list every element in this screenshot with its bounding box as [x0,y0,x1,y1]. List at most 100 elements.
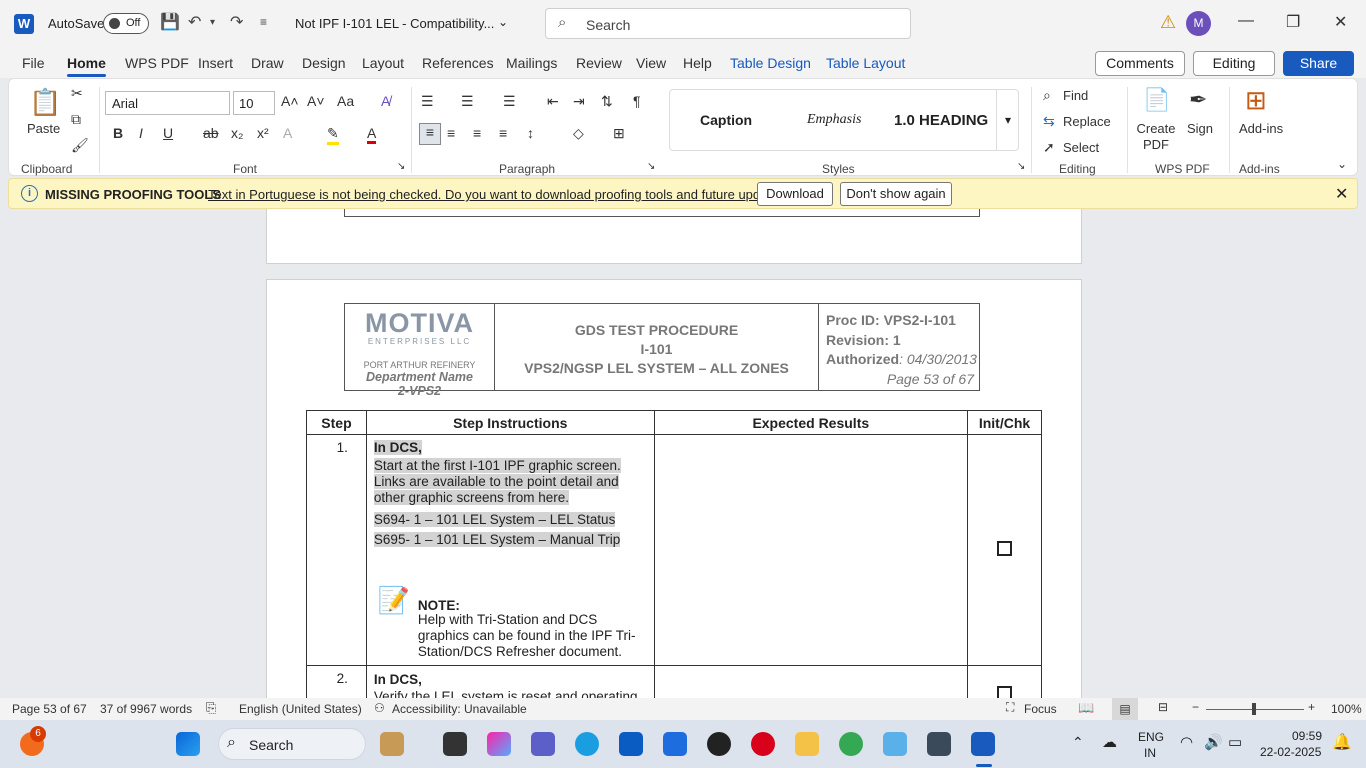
dell-icon[interactable] [707,732,731,756]
zoom-out-icon[interactable]: − [1192,700,1199,714]
print-layout-icon[interactable]: ▤ [1112,698,1138,720]
subscript-icon[interactable]: x₂ [231,125,243,141]
replace-label[interactable]: Replace [1063,114,1111,129]
customize-qat-icon[interactable]: ≡ [260,15,267,29]
zoom-in-icon[interactable]: + [1308,700,1315,714]
superscript-icon[interactable]: x² [257,125,269,141]
bold-icon[interactable]: B [113,125,123,141]
widget-icon[interactable] [380,732,404,756]
tab-review[interactable]: Review [576,55,622,71]
tab-mailings[interactable]: Mailings [506,55,557,71]
tab-view[interactable]: View [636,55,666,71]
close-icon[interactable]: ✕ [1334,12,1347,32]
multilevel-list-icon[interactable]: ☰ [503,93,516,110]
bullets-icon[interactable]: ☰ [421,93,434,110]
undo-icon[interactable]: ↶ [188,12,201,32]
replace-icon[interactable]: ⇆ [1043,113,1055,130]
document-title[interactable]: Not IPF I-101 LEL - Compatibility... [295,16,494,31]
tab-home[interactable]: Home [67,55,106,77]
paste-label[interactable]: Paste [27,121,60,136]
tab-file[interactable]: File [22,55,45,71]
input-lang-1[interactable]: ENG [1138,730,1164,744]
restore-icon[interactable]: ❐ [1286,12,1300,32]
shading-icon[interactable]: ◇ [573,125,584,142]
focus-icon[interactable]: ⛶ [1006,700,1014,715]
edge-icon[interactable] [575,732,599,756]
italic-icon[interactable]: I [139,125,143,141]
paragraph-launcher-icon[interactable]: ↘ [647,161,655,172]
zoom-level[interactable]: 100% [1331,702,1362,716]
focus-label[interactable]: Focus [1024,702,1057,716]
undo-dropdown-icon[interactable]: ▾ [210,17,215,28]
proofing-icon[interactable]: ⎘ [206,700,216,716]
steps-table[interactable]: Step Step Instructions Expected Results … [306,410,1042,698]
sign-label[interactable]: Sign [1187,121,1213,136]
styles-more-icon[interactable]: ▾ [996,90,1019,150]
close-message-icon[interactable]: ✕ [1335,184,1348,204]
font-name-select[interactable]: Arial [105,91,230,115]
underline-icon[interactable]: U [163,125,173,141]
notifications-icon[interactable]: 🔔 [1332,732,1352,752]
checkbox[interactable] [997,541,1012,556]
opera-icon[interactable] [751,732,775,756]
sort-icon[interactable]: ⇅ [601,93,613,110]
tab-insert[interactable]: Insert [198,55,233,71]
change-case-icon[interactable]: Aa [337,93,354,109]
font-launcher-icon[interactable]: ↘ [397,161,405,172]
tab-draw[interactable]: Draw [251,55,284,71]
font-color-icon[interactable]: A [367,125,377,144]
chrome-icon[interactable] [839,732,863,756]
style-heading[interactable]: 1.0 HEADING [894,112,990,129]
word-count[interactable]: 37 of 9967 words [100,702,192,716]
dont-show-again-button[interactable]: Don't show again [840,182,952,206]
table-row[interactable]: 2. In DCS, Verify the LEL system is rese… [306,665,1042,698]
grow-font-icon[interactable]: A˄ [281,93,299,109]
word-taskbar-icon[interactable] [971,732,995,756]
highlight-icon[interactable]: ✎ [327,125,339,145]
tab-table-layout[interactable]: Table Layout [826,55,905,71]
store-icon[interactable] [619,732,643,756]
strikethrough-icon[interactable]: ab [203,125,219,141]
collapse-ribbon-icon[interactable]: ⌄ [1337,157,1347,171]
create-pdf-icon[interactable]: 📄 [1143,87,1170,113]
taskbar-search[interactable]: ⌕ Search [218,728,366,760]
show-marks-icon[interactable]: ¶ [633,93,641,109]
battery-icon[interactable]: ▭ [1228,733,1242,751]
message-link[interactable]: Text in Portuguese is not being checked.… [208,187,792,202]
redo-icon[interactable]: ↷ [230,12,243,32]
tab-references[interactable]: References [422,55,494,71]
title-dropdown-icon[interactable]: ⌄ [498,15,508,29]
editing-mode-button[interactable]: Editing [1193,51,1275,76]
save-icon[interactable]: 💾 [160,12,180,32]
tab-help[interactable]: Help [683,55,712,71]
borders-icon[interactable]: ⊞ [613,125,625,142]
web-layout-icon[interactable]: ⊟ [1158,700,1168,714]
increase-indent-icon[interactable]: ⇥ [573,93,585,110]
teams-icon[interactable] [531,732,555,756]
warning-icon[interactable]: ⚠ [1160,12,1176,33]
task-view-icon[interactable] [443,732,467,756]
show-hidden-icon[interactable]: ⌃ [1072,734,1084,751]
align-right-icon[interactable]: ≡ [473,125,481,141]
clock-time[interactable]: 09:59 [1292,729,1322,743]
copilot-icon[interactable] [487,732,511,756]
file-explorer-icon[interactable] [795,732,819,756]
tab-wps-pdf[interactable]: WPS PDF [125,55,189,71]
current-page[interactable]: MOTIVA ENTERPRISES LLC PORT ARTHUR REFIN… [266,279,1082,698]
autosave-toggle[interactable]: Off [103,13,149,34]
onedrive-icon[interactable]: ☁ [1102,733,1117,751]
language[interactable]: English (United States) [239,702,362,716]
style-caption[interactable]: Caption [700,112,752,128]
font-size-select[interactable]: 10 [233,91,275,115]
create-pdf-label[interactable]: Create PDF [1131,121,1181,153]
calculator-icon[interactable] [927,732,951,756]
start-icon[interactable] [176,732,200,756]
checkbox[interactable] [997,686,1012,698]
sign-icon[interactable]: ✒ [1189,87,1207,113]
page-count[interactable]: Page 53 of 67 [12,702,87,716]
style-emphasis[interactable]: Emphasis [807,112,861,128]
download-button[interactable]: Download [757,182,833,206]
addins-button-label[interactable]: Add-ins [1239,121,1283,136]
accessibility-status[interactable]: Accessibility: Unavailable [392,702,527,716]
search-box[interactable]: ⌕ Search [545,8,911,39]
